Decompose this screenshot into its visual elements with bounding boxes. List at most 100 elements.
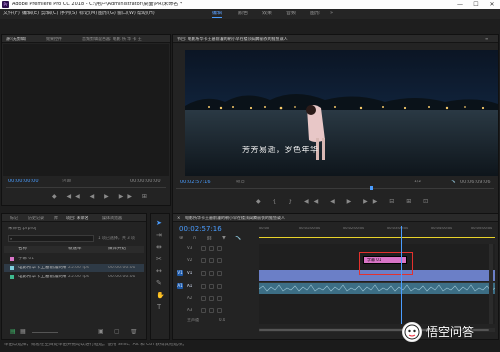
lock-icon[interactable] [201,284,206,289]
sync-lock-icon[interactable] [209,258,214,263]
pen-tool-icon[interactable]: ✎ [156,280,162,287]
project-row[interactable]: 电影所华卡土墓前灌的朝 25.00 fps 00:00:00:00 [4,264,144,272]
new-item-icon[interactable]: ▢ [114,329,120,335]
panel-menu-icon[interactable]: ≡ [485,37,488,41]
timeline-panel: × 电影所华卡土墓前灌的朝小早在楼顶阔腾丽衣的鲑鱼或人 00:02:57:16 … [172,213,499,340]
tab-markers[interactable]: 标记 [10,216,18,220]
mute-icon[interactable] [209,296,214,301]
tab-audio-clip-mixer[interactable]: 音频剪辑混合器: 电影 所 华 卡 土 [82,37,168,41]
program-zoom-dropdown[interactable]: 1/2 [414,180,421,185]
menu-graphics[interactable]: 图形(G) [98,11,116,16]
timeline-track-area[interactable]: 字幕 01 [258,226,496,324]
project-search-input[interactable]: ⌕ [8,235,94,242]
track-label-a2[interactable]: A2 [187,296,192,300]
program-scrubber[interactable] [176,188,494,189]
track-label-a1[interactable]: A1 [187,284,192,288]
workspace-tab-effects[interactable]: 效果 [262,11,272,16]
program-playhead-timecode[interactable]: 00:02:57:16 [180,180,211,185]
source-scrubber[interactable] [6,187,166,188]
timeline-tool-toggles[interactable]: ⊕ ∩ ⛓ ▼ 🔧 [179,236,246,241]
ripple-edit-tool-icon[interactable]: ⇹ [156,244,162,251]
settings-wrench-icon[interactable]: 🔧 [450,180,456,185]
close-button[interactable]: ✕ [484,0,500,9]
tab-project[interactable]: 项目: 未命名 [66,216,89,220]
list-view-icon[interactable]: ▤ [10,329,16,335]
track-label-a3[interactable]: A3 [187,308,192,312]
workspace-tab-edit[interactable]: 编辑 [212,11,222,16]
project-row[interactable]: 字幕 01 [4,255,144,263]
source-timecode[interactable]: 00:00:00:00 [8,179,39,184]
timeline-ruler[interactable]: 00:00 00:01:00:00 00:02:00:00 00:03:00:0… [259,225,495,239]
audio-clip[interactable] [258,283,496,294]
source-transport-controls[interactable]: ◆ ◀◀ ◀ ▶ ▶▶ ⊞ [52,194,151,200]
sequence-tab[interactable]: 电影所华卡土墓前灌的朝小早在楼顶阔腾丽衣的鲑鱼或人 [185,216,425,220]
timeline-vertical-scrollbar[interactable] [489,244,493,324]
workspace-overflow-button[interactable]: » [330,11,333,16]
eye-icon[interactable] [217,258,222,263]
minimize-button[interactable]: — [452,0,468,9]
source-patch-v1[interactable]: V1 [177,270,183,276]
solo-icon[interactable] [217,284,222,289]
workspace-tab-color[interactable]: 颜色 [238,11,248,16]
timeline-playhead[interactable] [401,226,402,324]
lock-icon[interactable] [201,246,206,251]
tab-libraries[interactable]: 库 [54,216,58,220]
lock-icon[interactable] [201,271,206,276]
track-label-v1[interactable]: V1 [187,271,192,275]
track-label-v3[interactable]: V3 [187,246,192,250]
column-name[interactable]: 名称 [18,247,27,252]
workspace-tab-graphics[interactable]: 图形 [310,11,320,16]
column-media-start[interactable]: 媒体开始 [108,247,126,252]
maximize-button[interactable]: ☐ [468,0,484,9]
program-fit-dropdown[interactable]: 适合 [236,180,245,185]
lock-icon[interactable] [201,258,206,263]
solo-icon[interactable] [217,308,222,313]
hand-tool-icon[interactable]: ✋ [156,292,165,299]
menu-sequence[interactable]: 序列(S) [60,11,77,16]
master-volume[interactable]: 0.0 [219,318,225,322]
selection-tool-icon[interactable]: ➤ [156,220,162,227]
sync-lock-icon[interactable] [209,271,214,276]
slip-tool-icon[interactable]: ↔ [156,268,162,275]
source-page-dropdown[interactable]: 页面 [62,179,71,184]
watermark-text: 悟空问答 [426,326,475,338]
work-area-bar[interactable] [259,237,495,238]
menu-marker[interactable]: 标记(M) [79,11,97,16]
razor-tool-icon[interactable]: ✂ [156,256,162,263]
mute-icon[interactable] [209,308,214,313]
project-row-name: 字幕 01 [18,257,35,261]
tab-media-browser[interactable]: 媒体浏览器 [102,216,122,220]
project-row-name: 电影所华卡土墓前灌的朝 [18,266,66,270]
new-bin-icon[interactable]: ▣ [98,329,104,335]
menu-edit[interactable]: 编辑(E) [22,11,39,16]
timeline-timecode[interactable]: 00:02:57:16 [179,226,222,233]
eye-icon[interactable] [217,271,222,276]
tab-source[interactable]: 源:(无剪辑) [6,37,26,41]
program-playhead[interactable] [370,186,373,190]
zoom-slider[interactable] [32,332,58,333]
program-transport-controls[interactable]: ◆ { } ◀◀ ◀ ▶ ▶▶ ⊟ ⊞ ⊡ [256,199,433,205]
trash-icon[interactable]: 🗑 [130,329,138,335]
column-frame-rate[interactable]: 帧速率 [68,247,82,252]
tab-effect-controls[interactable]: 效果控件 [46,37,62,41]
mute-icon[interactable] [209,284,214,289]
type-tool-icon[interactable]: T [157,304,161,311]
icon-view-icon[interactable]: ▦ [20,329,26,335]
menu-clip[interactable]: 剪辑(C) [41,11,58,16]
lock-icon[interactable] [201,308,206,313]
track-label-v2[interactable]: V2 [187,258,192,262]
menu-window[interactable]: 窗口(W) [117,11,136,16]
close-sequence-icon[interactable]: × [177,216,183,220]
source-patch-a1[interactable]: A1 [177,283,183,289]
lock-icon[interactable] [201,296,206,301]
sync-lock-icon[interactable] [209,246,214,251]
tab-history[interactable]: 历史记录 [28,216,44,220]
project-row[interactable]: 电影所华卡土墓前灌的朝 25.00 fps 00:00:00:00 [4,273,144,281]
workspace-tab-audio[interactable]: 音频 [286,11,296,16]
eye-icon[interactable] [217,246,222,251]
status-text: 单击以选择，或者在空白处单击并拖动以进行框选。使用 Shift、Alt 和 Ct… [4,343,188,347]
menu-help[interactable]: 帮助(H) [137,11,155,16]
track-select-tool-icon[interactable]: ⇥ [156,232,162,239]
menu-file[interactable]: 文件(F) [3,11,20,16]
solo-icon[interactable] [217,296,222,301]
